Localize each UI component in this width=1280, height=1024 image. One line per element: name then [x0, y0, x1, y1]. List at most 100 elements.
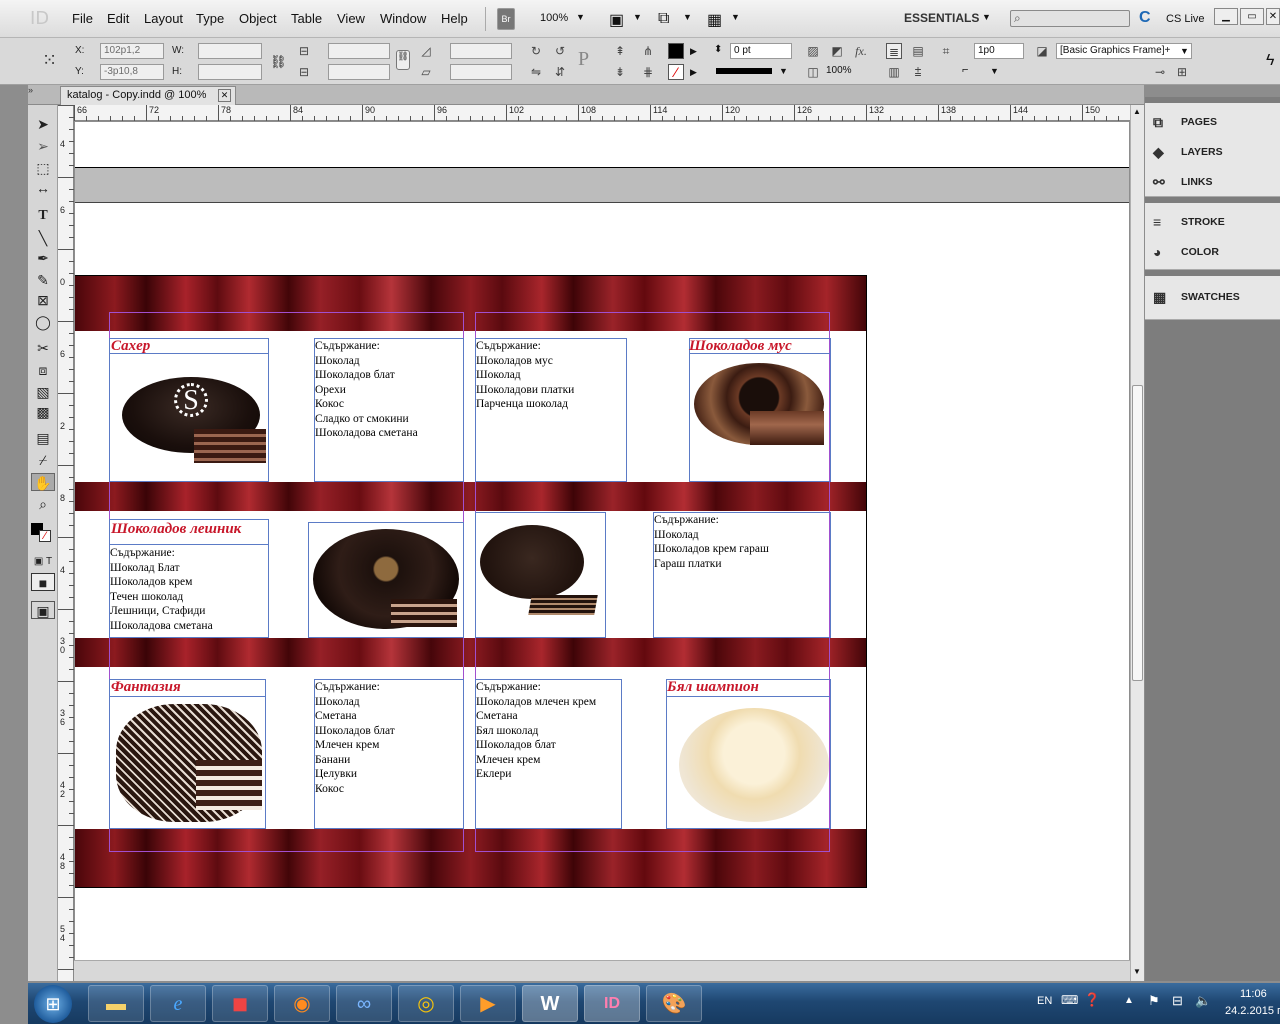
reference-point-icon[interactable]: ⁙	[42, 50, 57, 71]
corner-options-icon[interactable]: ⌗	[938, 43, 954, 59]
screen-mode-icon[interactable]: ⧉	[658, 10, 669, 28]
note-tool-icon[interactable]: ▤	[31, 429, 55, 447]
menu-table[interactable]: Table	[291, 11, 322, 26]
office-icon[interactable]: ◼	[212, 985, 268, 1022]
media-player-icon[interactable]: ▶	[460, 985, 516, 1022]
vertical-scrollbar[interactable]: ▲ ▼	[1130, 105, 1144, 981]
type-tool-icon[interactable]: T	[31, 207, 55, 225]
start-button[interactable]: ⊞	[34, 985, 72, 1023]
height-field[interactable]	[198, 64, 262, 80]
width-field[interactable]	[198, 43, 262, 59]
wrap-bbox-icon[interactable]: ▤	[910, 43, 926, 59]
image-frame[interactable]	[689, 338, 831, 482]
fx-icon[interactable]: fx.	[853, 43, 869, 59]
image-frame[interactable]	[308, 522, 464, 638]
select-next-icon[interactable]: ⋕	[640, 64, 656, 80]
drop-shadow-icon[interactable]: ▨	[805, 43, 821, 59]
menu-type[interactable]: Type	[196, 11, 224, 26]
page-spread[interactable]: S Сахер Съдържание: Шоколад Шоколадов бл…	[75, 275, 867, 888]
bridge-button[interactable]: Br	[497, 8, 515, 30]
workspace-switcher[interactable]: ESSENTIALS	[904, 11, 979, 25]
menu-window[interactable]: Window	[380, 11, 426, 26]
chevron-right-icon[interactable]: ▶	[690, 67, 697, 78]
pen-tool-icon[interactable]: ✒	[31, 249, 55, 267]
scroll-thumb[interactable]	[1132, 385, 1143, 681]
chrome-icon[interactable]: ◎	[398, 985, 454, 1022]
image-frame[interactable]	[666, 679, 831, 829]
rectangle-frame-tool-icon[interactable]: ⊠	[31, 291, 55, 309]
app-infinity-icon[interactable]: ∞	[336, 985, 392, 1022]
document-tab[interactable]: katalog - Copy.indd @ 100% ✕	[60, 86, 236, 105]
rotation-field[interactable]	[450, 43, 512, 59]
scale-y-field[interactable]	[328, 64, 390, 80]
formatting-affects-icon[interactable]: ▣ T	[31, 553, 55, 571]
zoom-tool-icon[interactable]: ⌕	[31, 495, 55, 513]
close-button[interactable]: ✕	[1266, 8, 1280, 25]
chevron-down-icon[interactable]: ▼	[1180, 46, 1189, 56]
text-frame[interactable]: Съдържание: Шоколад Шоколадов блат Орехи…	[314, 338, 464, 482]
image-frame[interactable]	[109, 679, 266, 829]
scissors-tool-icon[interactable]: ✂	[31, 339, 55, 357]
corner-size-field[interactable]: 1p0	[974, 43, 1024, 59]
corner-shape-icon[interactable]: ⌐	[962, 64, 988, 78]
fill-swatch[interactable]	[668, 43, 684, 59]
text-frame[interactable]: Съдържание: Шоколад Сметана Шоколадов бл…	[314, 679, 464, 829]
opacity-field[interactable]: 100%	[826, 65, 852, 76]
menu-layout[interactable]: Layout	[144, 11, 183, 26]
explorer-icon[interactable]: ▬	[88, 985, 144, 1022]
volume-icon[interactable]: 🔈	[1195, 993, 1211, 1009]
firefox-icon[interactable]: ◉	[274, 985, 330, 1022]
eyedropper-tool-icon[interactable]: ⌿	[31, 451, 55, 469]
word-icon[interactable]: W	[522, 985, 578, 1022]
collapse-toolbox-icon[interactable]: »	[28, 85, 33, 95]
stroke-color-swatch[interactable]: ⁄	[39, 530, 51, 542]
wrap-none-icon[interactable]: ≣	[886, 43, 902, 59]
chevron-down-icon[interactable]: ▼	[683, 12, 692, 22]
network-icon[interactable]: ⊟	[1172, 993, 1183, 1009]
gradient-tool-icon[interactable]: ▧	[31, 383, 55, 401]
text-frame[interactable]: Съдържание: Шоколадов мус Шоколад Шокола…	[475, 338, 627, 482]
x-field[interactable]: 102p1,2	[100, 43, 164, 59]
scroll-up-icon[interactable]: ▲	[1133, 107, 1141, 116]
constrain-scale-icon[interactable]: ⛓	[396, 50, 410, 70]
free-transform-tool-icon[interactable]: ⧈	[31, 361, 55, 379]
page-tool-icon[interactable]: ⬚	[31, 159, 55, 177]
constrain-proportions-icon[interactable]: ⛓	[270, 54, 287, 70]
indesign-icon[interactable]: ID	[584, 985, 640, 1022]
flip-v-icon[interactable]: ⇵	[552, 64, 568, 80]
clear-overrides-icon[interactable]: ⊸	[1152, 64, 1168, 80]
select-previous-icon[interactable]: ⋔	[640, 43, 656, 59]
pencil-tool-icon[interactable]: ✎	[31, 271, 55, 289]
scroll-down-icon[interactable]: ▼	[1133, 967, 1141, 976]
flip-h-icon[interactable]: ⇋	[528, 64, 544, 80]
rotate-ccw-icon[interactable]: ↺	[552, 43, 568, 59]
stroke-swatch[interactable]: ⁄	[668, 64, 684, 80]
horizontal-scrollbar[interactable]	[74, 960, 1130, 981]
chevron-down-icon[interactable]: ▼	[576, 12, 585, 22]
panel-menu-icon[interactable]: ⊞	[1174, 64, 1190, 80]
document-canvas[interactable]: S Сахер Съдържание: Шоколад Шоколадов бл…	[75, 122, 1129, 960]
direct-selection-tool-icon[interactable]: ➢	[31, 137, 55, 155]
effects-icon[interactable]: ◩	[829, 43, 845, 59]
wrap-shape-icon[interactable]: ▥	[886, 64, 902, 80]
rotate-cw-icon[interactable]: ↻	[528, 43, 544, 59]
chevron-down-icon[interactable]: ▼	[982, 12, 991, 22]
view-options-icon[interactable]: ▣	[609, 10, 624, 30]
clock-time[interactable]: 11:06	[1240, 988, 1267, 1000]
arrange-documents-icon[interactable]: ▦	[707, 10, 722, 30]
cs-live-button[interactable]: CS Live	[1166, 13, 1205, 25]
gap-tool-icon[interactable]: ↔	[31, 179, 55, 197]
action-center-flag-icon[interactable]: ⚑	[1148, 993, 1160, 1009]
object-style-select[interactable]: [Basic Graphics Frame]+	[1056, 43, 1192, 59]
show-hidden-icons-icon[interactable]: ▲	[1124, 995, 1134, 1006]
chevron-down-icon[interactable]: ▼	[731, 12, 740, 22]
gradient-feather-tool-icon[interactable]: ▩	[31, 403, 55, 421]
line-tool-icon[interactable]: ╲	[31, 229, 55, 247]
chevron-down-icon[interactable]: ▼	[779, 66, 788, 76]
scale-x-field[interactable]	[328, 43, 390, 59]
internet-explorer-icon[interactable]: e	[150, 985, 206, 1022]
screen-mode-normal-icon[interactable]: ▣	[31, 601, 55, 619]
clock-date[interactable]: 24.2.2015 г.	[1225, 1005, 1280, 1017]
select-content-icon[interactable]: ⇟	[612, 64, 628, 80]
chevron-down-icon[interactable]: ▼	[633, 12, 642, 22]
